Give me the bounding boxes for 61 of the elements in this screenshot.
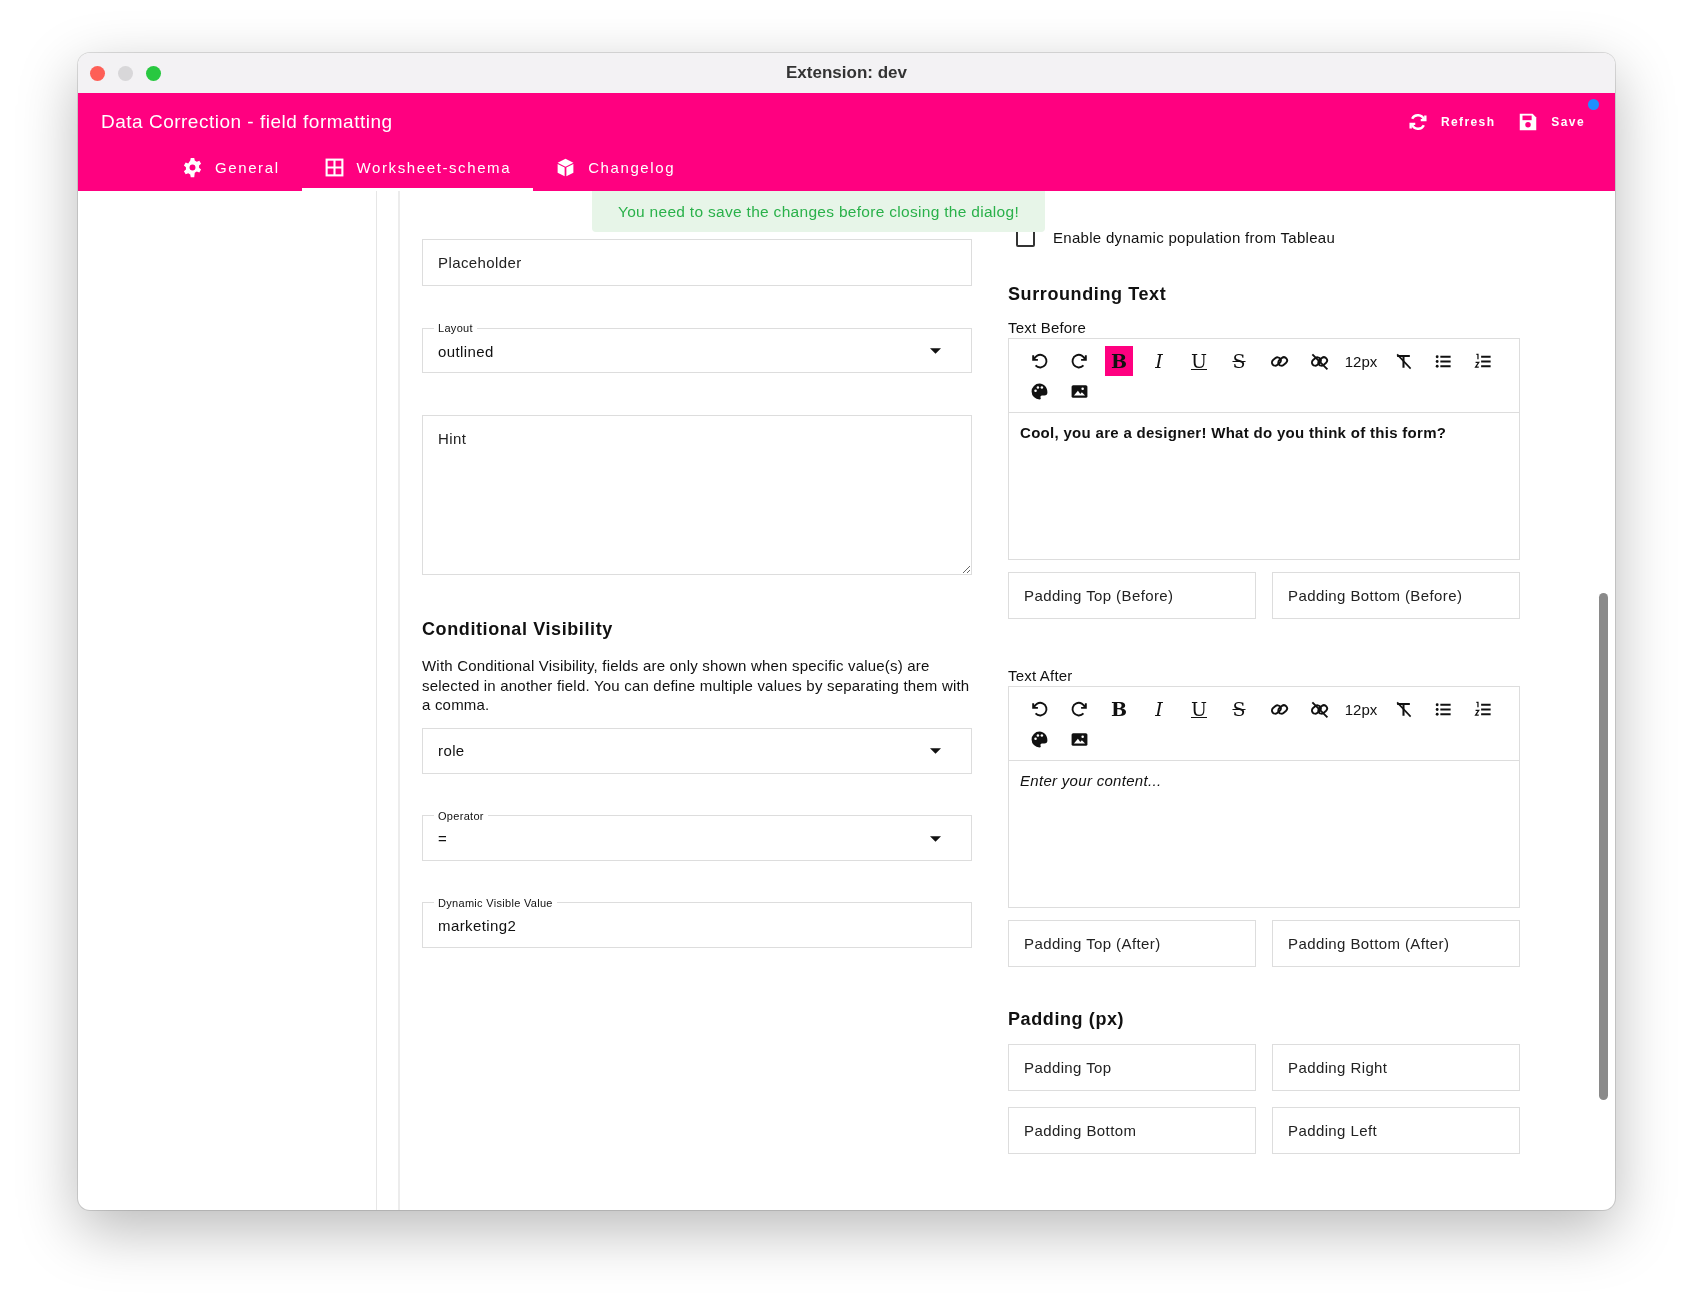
strike-button[interactable]: S: [1219, 694, 1259, 724]
redo-icon: [1069, 699, 1089, 719]
text-field[interactable]: Padding Bottom: [1008, 1107, 1256, 1154]
section-heading: Padding (px): [1008, 1009, 1126, 1030]
palette-icon: [1029, 729, 1049, 749]
select-field[interactable]: Operator =: [422, 809, 972, 861]
size-button[interactable]: 12px: [1339, 694, 1383, 724]
text-field[interactable]: Padding Bottom (Before): [1272, 572, 1520, 619]
undo-icon: [1029, 699, 1049, 719]
section-heading: Surrounding Text: [1008, 284, 1168, 305]
text-field[interactable]: Padding Bottom (After): [1272, 920, 1520, 967]
text-field[interactable]: Placeholder: [422, 239, 972, 286]
text-area[interactable]: Hint: [422, 415, 972, 575]
close-button[interactable]: [90, 66, 105, 81]
editor-placeholder: Enter your content...: [1019, 771, 1163, 791]
text-field[interactable]: Dynamic Visible Value marketing2: [422, 896, 972, 948]
numbered-list-icon: [1473, 351, 1493, 371]
editor-label: Text After: [1008, 667, 1074, 684]
refresh-icon: [1406, 111, 1429, 133]
grid-icon: [323, 157, 345, 178]
scrollbar-thumb[interactable]: [1599, 593, 1608, 1100]
editor-content: Cool, you are a designer! What do you think of this form?: [1019, 423, 1448, 443]
size-button[interactable]: 12px: [1339, 346, 1383, 376]
undo-icon: [1029, 351, 1049, 371]
strike-button[interactable]: S: [1219, 346, 1259, 376]
tab[interactable]: General: [160, 149, 302, 191]
tab[interactable]: Changelog: [533, 149, 698, 191]
italic-button[interactable]: I: [1139, 346, 1179, 376]
tab[interactable]: Worksheet-schema: [301, 149, 534, 191]
rich-text-editor[interactable]: B I U S 12px Enter your content...: [1008, 686, 1520, 908]
unlink-icon: [1309, 699, 1329, 719]
text-field[interactable]: Padding Right: [1272, 1044, 1520, 1091]
editor-label: Text Before: [1008, 319, 1088, 336]
refresh-button[interactable]: Refresh: [1406, 111, 1496, 133]
section-description: With Conditional Visibility, fields are only shown when specific value(s) are selected in another field. You can define multiple values by separating them with a comma.: [422, 656, 971, 715]
underline-button[interactable]: U: [1179, 346, 1219, 376]
select-field[interactable]: role: [422, 727, 972, 774]
gear-icon: [182, 157, 203, 178]
save-button[interactable]: Save: [1517, 111, 1585, 133]
text-field[interactable]: Padding Top (After): [1008, 920, 1256, 967]
caret-icon: [930, 348, 941, 354]
text-field[interactable]: Padding Top (Before): [1008, 572, 1256, 619]
rich-text-editor[interactable]: B I U S 12px Cool, you are a designer! What do you think of this form?: [1008, 338, 1520, 560]
caret-icon: [930, 747, 941, 754]
select-field[interactable]: Layout outlined: [422, 322, 972, 373]
toast-message: You need to save the changes before closing the dialog!: [592, 191, 1045, 232]
numbered-list-icon: [1473, 699, 1493, 719]
italic-button[interactable]: I: [1139, 694, 1179, 724]
bold-button[interactable]: B: [1105, 346, 1133, 376]
text-field[interactable]: Padding Top: [1008, 1044, 1256, 1091]
section-heading: Conditional Visibility: [422, 619, 614, 640]
palette-icon: [1029, 381, 1049, 401]
caret-icon: [930, 835, 941, 842]
window-title: Extension: dev: [786, 63, 907, 83]
bold-button[interactable]: B: [1099, 694, 1139, 724]
app-title: Data Correction - field formatting: [101, 111, 393, 133]
redo-icon: [1069, 351, 1089, 371]
text-field[interactable]: Padding Left: [1272, 1107, 1520, 1154]
checkbox-label: Enable dynamic population from Tableau: [1053, 229, 1336, 246]
unlink-icon: [1309, 351, 1329, 371]
underline-button[interactable]: U: [1179, 694, 1219, 724]
